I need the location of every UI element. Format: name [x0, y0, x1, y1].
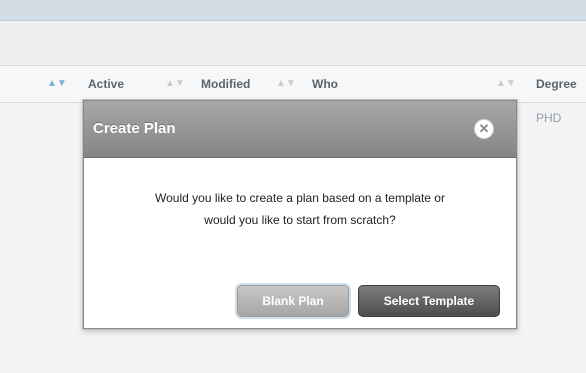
- dialog-message: Would you like to create a plan based on…: [84, 187, 516, 231]
- top-bar: [0, 0, 586, 21]
- dialog-header: Create Plan ✕: [84, 101, 516, 158]
- sort-arrows-icon[interactable]: ▲▼: [496, 66, 516, 102]
- sort-arrows-icon[interactable]: ▲▼: [47, 66, 67, 102]
- sort-arrows-icon[interactable]: ▲▼: [276, 66, 296, 102]
- sort-arrows-icon[interactable]: ▲▼: [165, 66, 185, 102]
- blank-plan-button[interactable]: Blank Plan: [237, 285, 349, 317]
- column-header-degree[interactable]: Degree: [536, 66, 577, 102]
- column-header-active[interactable]: Active: [88, 66, 124, 102]
- toolbar: [0, 21, 586, 66]
- table-header: ▲▼ Active ▲▼ Modified ▲▼ Who ▲▼ Degree: [0, 66, 586, 103]
- dialog-title: Create Plan: [93, 120, 176, 137]
- column-header-who[interactable]: Who: [312, 66, 338, 102]
- create-plan-dialog: Create Plan ✕ Would you like to create a…: [83, 100, 517, 329]
- table-cell-degree: PHD: [536, 111, 562, 125]
- close-icon[interactable]: ✕: [475, 120, 493, 138]
- select-template-button[interactable]: Select Template: [358, 285, 500, 317]
- dialog-message-line: Would you like to create a plan based on…: [155, 191, 445, 205]
- column-header-modified[interactable]: Modified: [201, 66, 250, 102]
- dialog-message-line: would you like to start from scratch?: [204, 213, 396, 227]
